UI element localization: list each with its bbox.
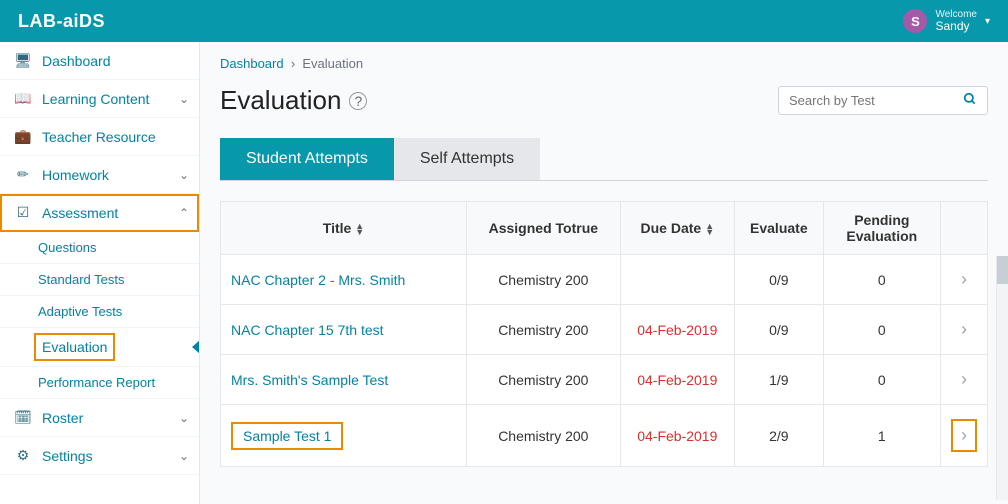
col-evaluate: Evaluate bbox=[734, 202, 823, 255]
sidebar: 🖥 Dashboard 📖 Learning Content ⌄ 💼 Teach… bbox=[0, 42, 200, 504]
breadcrumb-current: Evaluation bbox=[302, 56, 363, 71]
chevron-down-icon: ⌄ bbox=[179, 449, 189, 463]
brand-logo: LAB-aiDS bbox=[18, 11, 105, 32]
chevron-down-icon: ⌄ bbox=[179, 411, 189, 425]
sidebar-item-learning-content[interactable]: 📖 Learning Content ⌄ bbox=[0, 80, 199, 118]
sidebar-item-evaluation[interactable]: Evaluation bbox=[0, 328, 199, 367]
table-row: NAC Chapter 2 - Mrs. Smith Chemistry 200… bbox=[221, 255, 988, 305]
chevron-down-icon: ▾ bbox=[985, 16, 990, 27]
welcome-label: Welcome bbox=[935, 9, 977, 20]
avatar: S bbox=[903, 9, 927, 33]
test-link[interactable]: NAC Chapter 2 - Mrs. Smith bbox=[231, 272, 405, 288]
test-link[interactable]: Sample Test 1 bbox=[243, 428, 331, 444]
monitor-icon: 🖥 bbox=[14, 52, 32, 69]
col-due[interactable]: Due Date▲▼ bbox=[620, 202, 734, 255]
sidebar-item-teacher-resource[interactable]: 💼 Teacher Resource bbox=[0, 118, 199, 156]
sidebar-item-questions[interactable]: Questions bbox=[0, 232, 199, 264]
search-icon[interactable] bbox=[963, 92, 977, 109]
tab-student-attempts[interactable]: Student Attempts bbox=[220, 138, 394, 180]
page-title: Evaluation ? bbox=[220, 85, 367, 116]
pencil-icon: ✏ bbox=[14, 166, 32, 183]
tab-self-attempts[interactable]: Self Attempts bbox=[394, 138, 540, 180]
table-row: Mrs. Smith's Sample Test Chemistry 200 0… bbox=[221, 355, 988, 405]
col-pending: Pending Evaluation bbox=[823, 202, 940, 255]
sort-icon: ▲▼ bbox=[355, 223, 364, 236]
search-input[interactable] bbox=[789, 93, 959, 108]
sidebar-item-adaptive-tests[interactable]: Adaptive Tests bbox=[0, 296, 199, 328]
sort-icon: ▲▼ bbox=[705, 223, 714, 236]
scrollbar-thumb[interactable] bbox=[997, 256, 1008, 284]
sidebar-item-performance-report[interactable]: Performance Report bbox=[0, 367, 199, 399]
sidebar-item-standard-tests[interactable]: Standard Tests bbox=[0, 264, 199, 296]
breadcrumb-root[interactable]: Dashboard bbox=[220, 56, 284, 71]
chevron-right-icon[interactable]: › bbox=[961, 319, 967, 339]
test-link[interactable]: NAC Chapter 15 7th test bbox=[231, 322, 384, 338]
active-item-caret-icon bbox=[192, 340, 200, 354]
calendar-icon: 🗓 bbox=[14, 409, 32, 426]
sidebar-item-roster[interactable]: 🗓 Roster ⌄ bbox=[0, 399, 199, 437]
chevron-right-icon[interactable]: › bbox=[961, 369, 967, 389]
breadcrumb: Dashboard › Evaluation bbox=[220, 56, 988, 71]
user-menu[interactable]: S Welcome Sandy ▾ bbox=[903, 9, 990, 33]
check-square-icon: ☑ bbox=[14, 204, 32, 221]
sidebar-item-dashboard[interactable]: 🖥 Dashboard bbox=[0, 42, 199, 80]
help-icon[interactable]: ? bbox=[349, 92, 367, 110]
username: Sandy bbox=[935, 20, 977, 33]
col-assigned: Assigned Totrue bbox=[467, 202, 621, 255]
evaluation-table: Title▲▼ Assigned Totrue Due Date▲▼ Evalu… bbox=[220, 201, 988, 467]
top-header: LAB-aiDS S Welcome Sandy ▾ bbox=[0, 0, 1008, 42]
briefcase-icon: 💼 bbox=[14, 128, 32, 145]
sidebar-item-settings[interactable]: ⚙ Settings ⌄ bbox=[0, 437, 199, 475]
main-content: Dashboard › Evaluation Evaluation ? Stud… bbox=[200, 42, 1008, 504]
table-row: Sample Test 1 Chemistry 200 04-Feb-2019 … bbox=[221, 405, 988, 467]
scrollbar[interactable] bbox=[996, 256, 1008, 500]
chevron-down-icon: ⌄ bbox=[179, 168, 189, 182]
chevron-right-icon[interactable]: › bbox=[961, 425, 967, 445]
book-icon: 📖 bbox=[14, 90, 32, 107]
tabs: Student Attempts Self Attempts bbox=[220, 138, 988, 181]
test-link[interactable]: Mrs. Smith's Sample Test bbox=[231, 372, 388, 388]
sidebar-item-homework[interactable]: ✏ Homework ⌄ bbox=[0, 156, 199, 194]
gear-icon: ⚙ bbox=[14, 447, 32, 464]
sidebar-item-assessment[interactable]: ☑ Assessment ⌃ bbox=[0, 194, 199, 232]
chevron-right-icon[interactable]: › bbox=[961, 269, 967, 289]
chevron-down-icon: ⌄ bbox=[179, 92, 189, 106]
chevron-up-icon: ⌃ bbox=[179, 206, 189, 220]
table-row: NAC Chapter 15 7th test Chemistry 200 04… bbox=[221, 305, 988, 355]
col-title[interactable]: Title▲▼ bbox=[221, 202, 467, 255]
search-box[interactable] bbox=[778, 86, 988, 115]
